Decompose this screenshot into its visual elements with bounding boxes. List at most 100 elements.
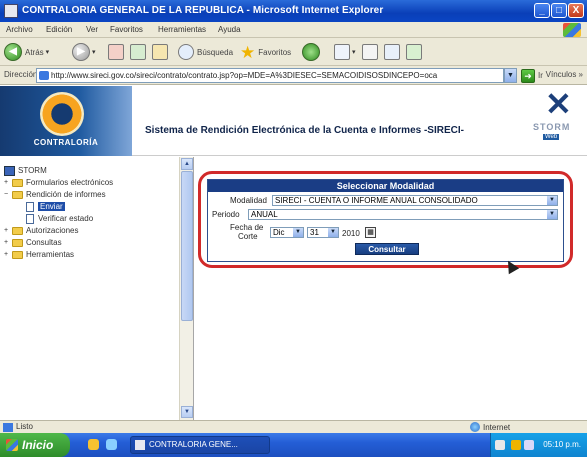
maximize-button[interactable]: □ <box>551 3 567 18</box>
modalidad-select[interactable]: SIRECI - CUENTA O INFORME ANUAL CONSOLID… <box>272 195 558 206</box>
back-arrow-icon: ◀ <box>4 43 22 61</box>
logo-emblem-icon <box>40 92 84 136</box>
tree-item-label: Consultas <box>26 238 62 247</box>
folder-icon <box>12 226 23 235</box>
tray-app-icon[interactable] <box>495 440 505 450</box>
day-value: Dic <box>273 228 285 237</box>
back-button[interactable]: ◀ Atrás ▾ <box>4 42 49 62</box>
ie-app-icon <box>135 440 145 450</box>
star-icon: ★ <box>240 42 256 62</box>
globe-icon <box>470 422 480 432</box>
periodo-value: ANUAL <box>251 210 278 219</box>
go-label: Ir <box>538 71 543 80</box>
forward-button[interactable]: ▶ ▾ <box>72 42 96 62</box>
storm-x-icon: ✕ <box>545 86 572 122</box>
go-arrow-icon: ➜ <box>521 68 535 83</box>
tree-item-enviar[interactable]: Enviar <box>26 201 65 212</box>
address-dropdown-button[interactable]: ▼ <box>504 68 517 83</box>
favorites-button[interactable]: ★ Favoritos <box>240 42 291 62</box>
edit-button[interactable] <box>384 42 400 62</box>
menu-edit[interactable]: Edición <box>46 25 72 34</box>
start-button[interactable]: Inicio <box>0 433 70 457</box>
close-button[interactable]: X <box>568 3 584 18</box>
tree-item-formularios[interactable]: + Formularios electrónicos <box>4 177 113 188</box>
tree-root[interactable]: STORM <box>4 165 47 176</box>
menu-help[interactable]: Ayuda <box>218 25 241 34</box>
year-value: 2010 <box>342 229 360 238</box>
menu-bar: Archivo Edición Ver Favoritos Herramient… <box>0 22 587 38</box>
collapse-icon[interactable]: − <box>4 191 12 198</box>
scroll-up-icon[interactable]: ▲ <box>181 158 193 170</box>
corte-label: Corte <box>238 232 258 241</box>
security-zone: Internet <box>470 422 510 432</box>
calendar-icon[interactable]: ▦ <box>365 227 376 238</box>
computer-icon <box>4 165 15 176</box>
folder-open-icon <box>12 190 23 199</box>
chevron-down-icon: ▾ <box>45 49 50 56</box>
history-button[interactable] <box>302 42 320 62</box>
fecha-label: Fecha de <box>230 223 264 232</box>
address-label: Dirección <box>4 70 38 79</box>
messenger-button[interactable] <box>406 42 422 62</box>
taskbar-window-button[interactable]: CONTRALORIA GENE... <box>130 436 270 454</box>
window-title: CONTRALORIA GENERAL DE LA REPUBLICA - Mi… <box>22 5 384 16</box>
refresh-icon <box>130 44 146 60</box>
mail-button[interactable]: ▾ <box>334 42 356 62</box>
chevron-down-icon: ▾ <box>92 49 96 56</box>
forward-arrow-icon: ▶ <box>72 43 90 61</box>
tree-item-label: Autorizaciones <box>26 226 79 235</box>
expand-icon[interactable]: + <box>4 227 12 234</box>
tree-item-herramientas[interactable]: + Herramientas <box>4 249 74 260</box>
storm-sub: Web <box>543 134 560 140</box>
storm-logo: ✕ STORM Web <box>533 88 583 148</box>
logo-text: CONTRALORÍA <box>33 138 99 147</box>
address-input[interactable]: http://www.sireci.gov.co/sireci/contrato… <box>36 68 504 83</box>
tray-network-icon[interactable] <box>511 440 521 450</box>
home-button[interactable] <box>152 42 168 62</box>
menu-view[interactable]: Ver <box>86 25 98 34</box>
tree-item-autorizaciones[interactable]: + Autorizaciones <box>4 225 78 236</box>
search-button[interactable]: Búsqueda <box>178 42 233 62</box>
expand-icon[interactable]: + <box>4 251 12 258</box>
clock[interactable]: 05:10 p.m. <box>543 440 581 449</box>
menu-tools[interactable]: Herramientas <box>158 25 206 34</box>
stop-button[interactable] <box>108 42 124 62</box>
menu-file[interactable]: Archivo <box>6 25 33 34</box>
scroll-thumb[interactable] <box>181 171 193 321</box>
modalidad-value: SIRECI - CUENTA O INFORME ANUAL CONSOLID… <box>275 196 478 205</box>
refresh-button[interactable] <box>130 42 146 62</box>
periodo-select[interactable]: ANUAL ▼ <box>248 209 558 220</box>
print-button[interactable] <box>362 42 378 62</box>
favorites-label: Favoritos <box>258 47 292 57</box>
ie-app-icon <box>4 4 18 18</box>
messenger-icon <box>406 44 422 60</box>
storm-text: STORM <box>533 122 571 132</box>
month-select[interactable]: 31 ▼ <box>307 227 339 238</box>
month-value: 31 <box>310 228 319 237</box>
chevron-down-icon: ▼ <box>547 196 557 205</box>
quicklaunch-ie-icon[interactable] <box>106 439 117 450</box>
tree-item-rendicion[interactable]: − Rendición de informes <box>4 189 106 200</box>
consultar-button[interactable]: Consultar <box>355 243 419 255</box>
tree-item-verificar[interactable]: Verificar estado <box>26 213 93 224</box>
expand-icon[interactable]: + <box>4 239 12 246</box>
quicklaunch-folder-icon[interactable] <box>88 439 99 450</box>
go-button[interactable]: ➜ Ir <box>521 68 543 83</box>
scroll-down-icon[interactable]: ▼ <box>181 406 193 418</box>
folder-icon <box>12 250 23 259</box>
links-button[interactable]: Vínculos » <box>546 70 583 79</box>
tree-item-consultas[interactable]: + Consultas <box>4 237 62 248</box>
home-icon <box>152 44 168 60</box>
expand-icon[interactable]: + <box>4 179 12 186</box>
day-select[interactable]: Dic ▼ <box>270 227 304 238</box>
stop-icon <box>108 44 124 60</box>
chevron-down-icon: ▼ <box>547 210 557 219</box>
print-icon <box>362 44 378 60</box>
minimize-button[interactable]: _ <box>534 3 550 18</box>
zone-label: Internet <box>483 422 511 432</box>
menu-favorites[interactable]: Favoritos <box>110 25 143 34</box>
history-icon <box>302 43 320 61</box>
form-header: Seleccionar Modalidad <box>208 180 563 192</box>
tray-volume-icon[interactable] <box>524 440 534 450</box>
tree-scrollbar[interactable]: ▲ ▼ <box>179 157 193 420</box>
